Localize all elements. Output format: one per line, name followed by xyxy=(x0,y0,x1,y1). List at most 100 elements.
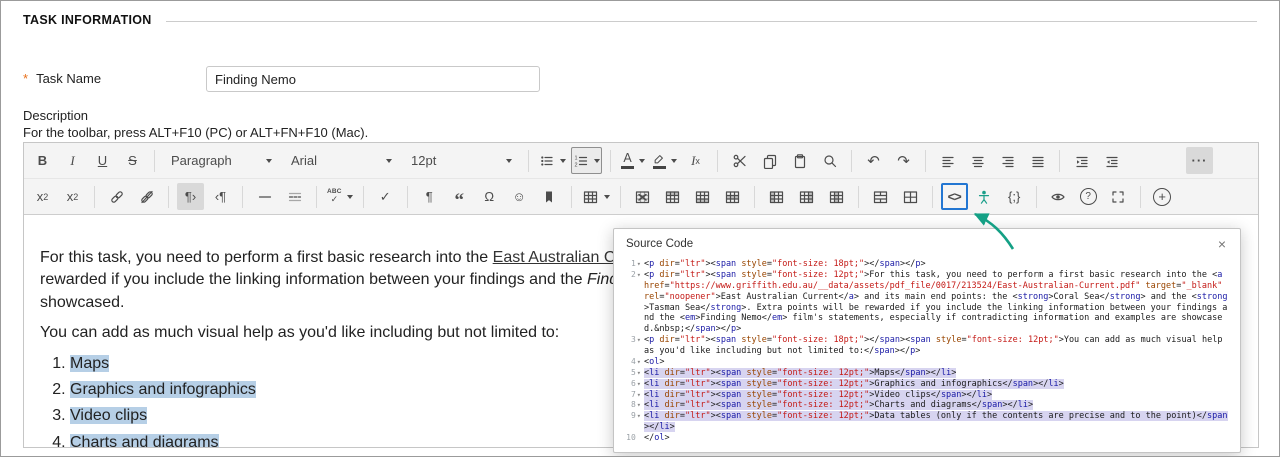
insert-column-before-button[interactable] xyxy=(763,183,790,210)
selected-text: Graphics and infographics xyxy=(70,380,256,398)
highlight-color-button[interactable] xyxy=(650,147,679,174)
anchor-bookmark-button[interactable] xyxy=(536,183,563,210)
code-text: <li dir="ltr"><span style="font-size: 12… xyxy=(644,378,1064,389)
code-text: <li dir="ltr"><span style="font-size: 12… xyxy=(644,367,957,378)
paste-button[interactable] xyxy=(786,147,813,174)
text-color-button[interactable]: A xyxy=(619,147,647,174)
accessibility-checker-button[interactable] xyxy=(971,183,998,210)
insert-column-after-button[interactable] xyxy=(793,183,820,210)
toolbar-separator xyxy=(753,185,755,208)
align-right-icon xyxy=(1001,156,1014,167)
code-text: <ol> xyxy=(644,356,665,367)
bullet-list-icon xyxy=(541,155,553,166)
highlight-color-bar xyxy=(652,165,666,169)
show-invisibles-button[interactable]: ¶ xyxy=(416,183,443,210)
special-character-button[interactable]: Ω xyxy=(476,183,503,210)
split-cells-button[interactable] xyxy=(897,183,924,210)
code-sample-button[interactable]: {;} xyxy=(1001,183,1028,210)
toolbar-separator xyxy=(528,149,529,172)
font-family-select[interactable]: Arial xyxy=(283,147,400,174)
insert-link-button[interactable] xyxy=(103,183,130,210)
horizontal-rule-button[interactable] xyxy=(251,183,278,210)
fold-arrow-icon[interactable]: ▾ xyxy=(637,335,641,346)
cut-button[interactable] xyxy=(726,147,753,174)
insert-table-button[interactable] xyxy=(580,183,612,210)
line-number-gutter: 1 ▾ xyxy=(618,259,644,270)
source-code-line: 3 ▾ <p dir="ltr"><span style="font-size: … xyxy=(618,335,1232,357)
spellcheck-button[interactable]: ABC ✓ xyxy=(325,183,355,210)
insert-row-before-button[interactable] xyxy=(659,183,686,210)
code-text: <p dir="ltr"><span style="font-size: 12p… xyxy=(644,269,1228,335)
fold-arrow-icon[interactable]: ▾ xyxy=(637,400,641,411)
source-code-button[interactable]: <> xyxy=(940,183,968,210)
more-toolbar-button[interactable]: ··· xyxy=(1186,147,1213,174)
insert-row-after-button[interactable] xyxy=(689,183,716,210)
clear-formatting-button[interactable]: Ix xyxy=(682,147,709,174)
fold-arrow-icon[interactable]: ▾ xyxy=(637,357,641,368)
align-justify-button[interactable] xyxy=(1024,147,1051,174)
line-number-gutter: 4 ▾ xyxy=(618,357,644,368)
fullscreen-button[interactable] xyxy=(1105,183,1132,210)
merge-cells-icon xyxy=(873,190,887,203)
merge-cells-button[interactable] xyxy=(867,183,894,210)
source-code-area[interactable]: 1 ▾ <p dir="ltr"><span style="font-size: … xyxy=(614,257,1240,452)
checkmark-button[interactable]: ✓ xyxy=(372,183,399,210)
fold-arrow-icon[interactable]: ▾ xyxy=(637,379,641,390)
close-icon[interactable]: × xyxy=(1214,235,1230,253)
underline-button[interactable]: U xyxy=(89,147,116,174)
subscript-button[interactable]: x2 xyxy=(59,183,86,210)
blockquote-button[interactable]: “ xyxy=(446,183,473,210)
page-break-button[interactable] xyxy=(281,183,308,210)
toolbar-separator xyxy=(851,149,852,172)
toolbar-separator xyxy=(925,149,926,172)
line-number: 2 xyxy=(630,269,636,279)
ltr-direction-button[interactable]: ¶› xyxy=(177,183,204,210)
fold-arrow-icon[interactable]: ▾ xyxy=(637,411,641,422)
horizontal-line-icon xyxy=(258,195,271,198)
delete-row-button[interactable] xyxy=(719,183,746,210)
fold-arrow-icon[interactable]: ▾ xyxy=(637,390,641,401)
plus-icon: + xyxy=(1153,187,1172,206)
paragraph-style-select[interactable]: Paragraph xyxy=(163,147,280,174)
align-right-button[interactable] xyxy=(994,147,1021,174)
task-name-input[interactable] xyxy=(206,66,540,92)
scissors-icon xyxy=(733,154,746,167)
strikethrough-button[interactable]: S xyxy=(119,147,146,174)
delete-column-icon xyxy=(829,190,843,203)
search-button[interactable] xyxy=(816,147,843,174)
toolbar-separator xyxy=(610,149,611,172)
toolbar-separator xyxy=(94,185,95,208)
remove-link-button[interactable] xyxy=(133,183,160,210)
superscript-button[interactable]: x2 xyxy=(29,183,56,210)
outdent-button[interactable] xyxy=(1098,147,1125,174)
numbered-list-button[interactable]: 12 xyxy=(571,147,602,174)
unlink-icon xyxy=(140,190,153,203)
align-center-button[interactable] xyxy=(964,147,991,174)
fold-arrow-icon[interactable]: ▾ xyxy=(637,368,641,379)
font-size-select[interactable]: 12pt xyxy=(403,147,520,174)
redo-button[interactable]: ↷ xyxy=(890,147,917,174)
help-button[interactable]: ? xyxy=(1075,183,1102,210)
fold-arrow-icon[interactable]: ▾ xyxy=(637,270,641,281)
align-left-button[interactable] xyxy=(934,147,961,174)
indent-button[interactable] xyxy=(1068,147,1095,174)
toolbar-separator xyxy=(1059,149,1060,172)
source-code-line: 7 ▾ <li dir="ltr"><span style="font-size:… xyxy=(618,389,1232,401)
delete-table-button[interactable] xyxy=(629,183,656,210)
header-divider xyxy=(165,20,1257,22)
source-code-dialog: Source Code × 1 ▾ <p dir="ltr"><span styl… xyxy=(613,228,1241,453)
rtl-direction-button[interactable]: ‹¶ xyxy=(207,183,234,210)
toolbar-separator xyxy=(619,185,621,208)
source-code-line: 4 ▾ <ol> xyxy=(618,357,1232,368)
preview-button[interactable] xyxy=(1045,183,1072,210)
toolbar-separator xyxy=(242,185,243,208)
copy-button[interactable] xyxy=(756,147,783,174)
italic-button[interactable]: I xyxy=(59,147,86,174)
delete-column-button[interactable] xyxy=(823,183,850,210)
undo-button[interactable]: ↶ xyxy=(860,147,887,174)
bold-button[interactable]: B xyxy=(29,147,56,174)
bullet-list-button[interactable] xyxy=(537,147,568,174)
fold-arrow-icon[interactable]: ▾ xyxy=(637,259,641,270)
emoticon-button[interactable]: ☺ xyxy=(506,183,533,210)
insert-button[interactable]: + xyxy=(1149,183,1176,210)
